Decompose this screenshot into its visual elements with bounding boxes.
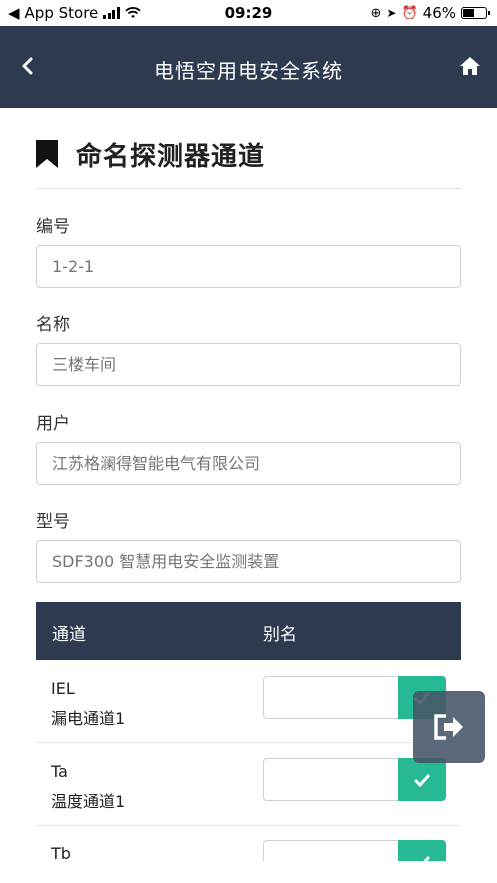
field-label-number: 编号: [36, 217, 70, 237]
check-icon: [413, 773, 431, 787]
confirm-alias-button[interactable]: [398, 840, 446, 861]
nav-bar: 电悟空用电安全系统: [0, 26, 497, 108]
name-input[interactable]: [36, 343, 461, 386]
battery-icon: [461, 7, 490, 19]
column-header-alias: 别名: [263, 625, 297, 645]
bookmark-icon: [36, 140, 58, 168]
status-right: ⊕ ➤ ⏰ 46%: [370, 4, 490, 22]
exit-icon: [434, 714, 463, 740]
alias-input[interactable]: [263, 840, 398, 861]
field-label-model: 型号: [36, 512, 70, 532]
channel-code: Tb: [51, 844, 71, 861]
confirm-alias-button[interactable]: [398, 758, 446, 801]
user-input[interactable]: [36, 442, 461, 485]
alias-input[interactable]: [263, 758, 398, 801]
field-label-user: 用户: [36, 414, 70, 434]
alias-input[interactable]: [263, 676, 398, 719]
check-icon: [415, 855, 431, 861]
channel-code: Ta: [51, 762, 68, 781]
field-label-name: 名称: [36, 315, 70, 335]
exit-button[interactable]: [413, 691, 485, 763]
page-heading: 命名探测器通道: [36, 138, 266, 172]
app-title: 电悟空用电安全系统: [154, 59, 343, 83]
home-icon[interactable]: [459, 56, 481, 76]
page-title: 命名探测器通道: [76, 141, 266, 172]
heading-divider: [36, 188, 461, 189]
model-input[interactable]: [36, 540, 461, 583]
channel-code: IEL: [51, 679, 75, 698]
table-row: Tb: [36, 826, 461, 861]
table-row: IEL 漏电通道1: [36, 660, 461, 743]
rotation-lock-icon: ⊕: [370, 5, 382, 21]
channel-name: 温度通道1: [51, 792, 126, 811]
table-row: Ta 温度通道1: [36, 743, 461, 826]
table-header: 通道 别名: [36, 602, 461, 660]
channel-name: 漏电通道1: [51, 709, 126, 728]
number-input[interactable]: [36, 245, 461, 288]
status-bar: ◀ App Store 09:29 ⊕ ➤ ⏰ 46%: [0, 0, 497, 26]
battery-percent: 46%: [422, 4, 456, 22]
alarm-icon: ⏰: [401, 5, 418, 21]
column-header-channel: 通道: [52, 625, 86, 645]
chevron-left-icon[interactable]: [18, 56, 38, 76]
location-icon: ➤: [386, 6, 397, 20]
